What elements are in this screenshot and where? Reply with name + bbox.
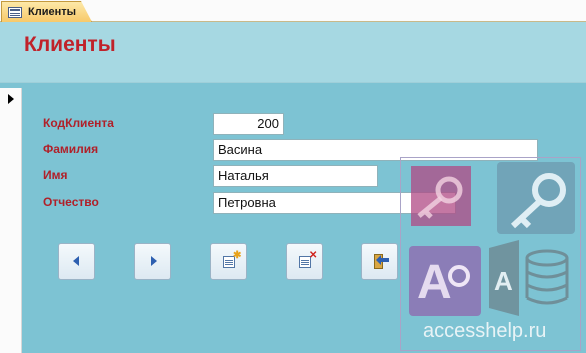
- last-name-field[interactable]: Васина: [213, 139, 538, 161]
- arrow-left-icon: [73, 256, 79, 266]
- watermark-text: accesshelp.ru: [423, 320, 547, 342]
- form-icon: [8, 7, 22, 18]
- delete-x-icon: ✕: [309, 250, 318, 261]
- access-logo: A A: [409, 162, 575, 316]
- label-first-name: Имя: [43, 168, 68, 182]
- label-client-id: КодКлиента: [43, 116, 114, 130]
- record-selector[interactable]: [0, 88, 22, 353]
- first-name-field[interactable]: Наталья: [213, 165, 378, 187]
- form-title: Клиенты: [24, 33, 116, 56]
- svg-text:A: A: [417, 256, 452, 309]
- label-patronymic: Отчество: [43, 195, 99, 209]
- delete-record-button[interactable]: ✕: [286, 243, 323, 280]
- document-tab-strip: Клиенты: [0, 0, 586, 22]
- current-record-icon: [8, 94, 14, 104]
- previous-record-button[interactable]: [58, 243, 95, 280]
- new-record-button[interactable]: ✱: [210, 243, 247, 280]
- exit-arrow-icon: [376, 255, 389, 265]
- client-id-field[interactable]: 200: [213, 113, 284, 135]
- form-tab[interactable]: Клиенты: [1, 1, 92, 22]
- svg-text:A: A: [494, 266, 513, 296]
- new-star-icon: ✱: [233, 250, 242, 261]
- close-form-button[interactable]: [361, 243, 398, 280]
- label-last-name: Фамилия: [43, 142, 99, 156]
- patronymic-field[interactable]: Петровна: [213, 192, 456, 214]
- arrow-right-icon: [151, 256, 157, 266]
- next-record-button[interactable]: [134, 243, 171, 280]
- form-header: Клиенты: [0, 22, 586, 83]
- form-tab-label: Клиенты: [28, 6, 77, 18]
- watermark: A A accesshelp.ru: [400, 157, 581, 351]
